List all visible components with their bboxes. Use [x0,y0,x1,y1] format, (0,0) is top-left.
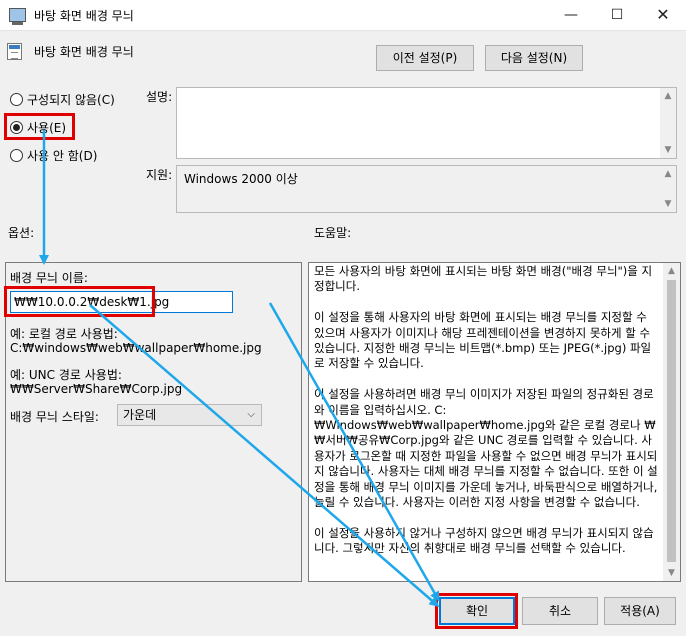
supported-box: Windows 2000 이상 ▲ ▼ [176,165,677,213]
help-text: 모든 사용자의 바탕 화면에 표시되는 바탕 화면 배경("배경 무늬")을 지… [314,264,658,556]
radio-label: 구성되지 않음(C) [27,92,115,107]
ok-button[interactable]: 확인 [439,597,515,625]
unc-example-path: ₩₩Server₩Share₩Corp.jpg [10,382,183,396]
radio-disabled[interactable]: 사용 안 함(D) [10,146,97,164]
local-example-label: 예: 로컬 경로 사용법: [10,327,118,341]
wallpaper-name-label: 배경 무늬 이름: [10,271,88,285]
scroll-up-icon[interactable]: ▲ [660,166,676,182]
radio-label: 사용 안 함(D) [27,148,98,163]
supported-value: Windows 2000 이상 [184,172,298,186]
policy-setting-icon [7,43,22,60]
title-bar: 바탕 화면 배경 무늬 — ☐ ✕ [0,0,686,31]
maximize-button[interactable]: ☐ [594,0,640,31]
scroll-thumb[interactable] [667,280,676,562]
previous-setting-button[interactable]: 이전 설정(P) [376,45,474,71]
style-value: 가운데 [123,408,157,422]
comment-scrollbar[interactable]: ▲ ▼ [660,88,676,158]
help-scrollbar[interactable]: ▲ ▼ [663,263,680,581]
setting-title: 바탕 화면 배경 무늬 [34,45,134,59]
radio-enabled[interactable]: 사용(E) [10,118,66,136]
unc-example-label: 예: UNC 경로 사용법: [10,368,122,382]
comment-label: 설명: [146,90,173,104]
scroll-up-icon[interactable]: ▲ [660,88,676,104]
minimize-button[interactable]: — [548,0,594,31]
options-panel: 배경 무늬 이름: ₩₩10.0.0.2₩desk₩1.jpg 예: 로컬 경로… [5,262,302,582]
supported-scrollbar[interactable]: ▲ ▼ [660,166,676,212]
radio-circle[interactable] [10,92,23,106]
wallpaper-style-select[interactable]: 가운데 ⌵ [117,404,262,426]
comment-textarea[interactable]: ▲ ▼ [176,87,677,159]
wallpaper-name-input[interactable]: ₩₩10.0.0.2₩desk₩1.jpg [10,291,233,313]
scroll-down-icon[interactable]: ▼ [660,196,676,212]
scroll-up-icon[interactable]: ▲ [663,263,680,279]
scroll-down-icon[interactable]: ▼ [663,565,680,581]
help-panel: 모든 사용자의 바탕 화면에 표시되는 바탕 화면 배경("배경 무늬")을 지… [308,262,681,582]
help-label: 도움말: [314,226,352,240]
radio-label: 사용(E) [27,120,67,135]
cancel-button[interactable]: 취소 [522,597,598,625]
local-example-path: C:₩windows₩web₩wallpaper₩home.jpg [10,341,262,355]
radio-circle-selected[interactable] [10,120,23,134]
radio-circle[interactable] [10,148,23,162]
chevron-down-icon: ⌵ [247,409,255,420]
close-button[interactable]: ✕ [640,0,686,31]
window-title: 바탕 화면 배경 무늬 [34,9,134,23]
policy-window-icon [9,8,26,25]
next-setting-button[interactable]: 다음 설정(N) [485,45,583,71]
supported-label: 지원: [146,168,173,182]
options-label: 옵션: [8,226,35,240]
radio-not-configured[interactable]: 구성되지 않음(C) [10,90,115,108]
scroll-down-icon[interactable]: ▼ [660,142,676,158]
style-label: 배경 무늬 스타일: [10,410,99,424]
apply-button[interactable]: 적용(A) [604,597,676,625]
